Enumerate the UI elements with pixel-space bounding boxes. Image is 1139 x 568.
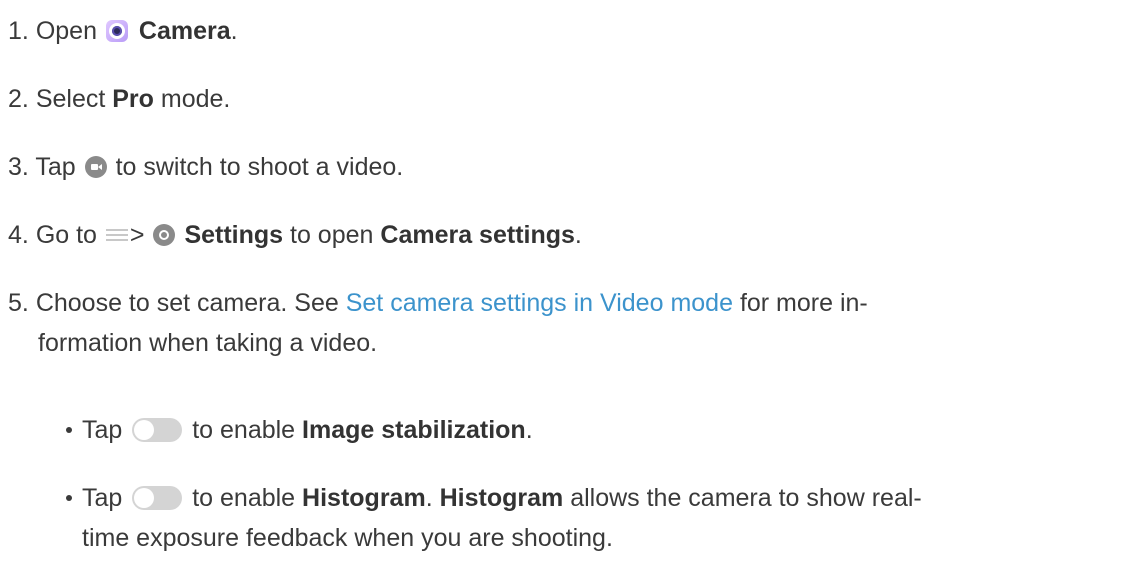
bullet-dot [66,495,72,501]
step-text: for more in- [739,289,868,317]
bullet-text: Tap [82,416,123,444]
bullet-text: time exposure feedback when you are shoo… [82,524,613,552]
toggle-switch-icon [132,418,183,442]
video-settings-link[interactable]: Set camera settings in Video mode [346,289,733,317]
step-text: formation when taking a video. [38,329,378,357]
step-number: 3. [8,153,29,181]
bullet-dot [66,427,72,433]
step-text: Open [35,17,97,45]
bullet-text: to enable [192,484,296,512]
bullet-item-stabilization: Tap to enable Image stabilization. [82,413,533,447]
punctuation: . [525,416,533,444]
step-5: 5. Choose to set camera. See Set camera … [8,286,868,320]
setting-histogram: Histogram [302,484,426,512]
step-number: 4. [8,221,29,249]
punctuation: . [574,221,582,249]
bullet-item-histogram-continuation: time exposure feedback when you are shoo… [82,521,613,555]
menu-camera-settings: Camera settings [380,221,575,249]
settings-gear-icon [153,224,176,246]
bullet-item-histogram: Tap to enable Histogram. Histogram allow… [82,481,922,515]
app-name-camera: Camera [138,17,231,45]
step-4: 4. Go to > Settings to open Camera setti… [8,218,582,252]
step-1: 1. Open Camera. [8,14,238,48]
mode-name-pro: Pro [112,85,154,113]
punctuation: . [230,17,238,45]
bullet-text: to enable [192,416,296,444]
step-3: 3. Tap to switch to shoot a video. [8,150,403,184]
camera-app-icon [105,20,128,42]
step-text: to open [290,221,374,249]
bullet-text: Tap [82,484,123,512]
step-2: 2. Select Pro mode. [8,82,230,116]
step-number: 1. [8,17,29,45]
step-number: 2. [8,85,29,113]
step-text: Select [35,85,106,113]
step-5-continuation: formation when taking a video. [38,326,377,360]
menu-icon [105,226,128,244]
step-text: to switch to shoot a video. [115,153,404,181]
video-mode-icon [84,156,107,178]
separator: > [129,221,145,249]
toggle-switch-icon [132,486,183,510]
step-text: Tap [35,153,76,181]
step-text: mode. [160,85,231,113]
punctuation: . [425,484,433,512]
setting-image-stabilization: Image stabilization [302,416,526,444]
bullet-text: allows the camera to show real- [570,484,922,512]
menu-settings: Settings [184,221,284,249]
step-text: Choose to set camera. See [35,289,339,317]
step-number: 5. [8,289,29,317]
step-text: Go to [35,221,97,249]
setting-histogram: Histogram [439,484,564,512]
